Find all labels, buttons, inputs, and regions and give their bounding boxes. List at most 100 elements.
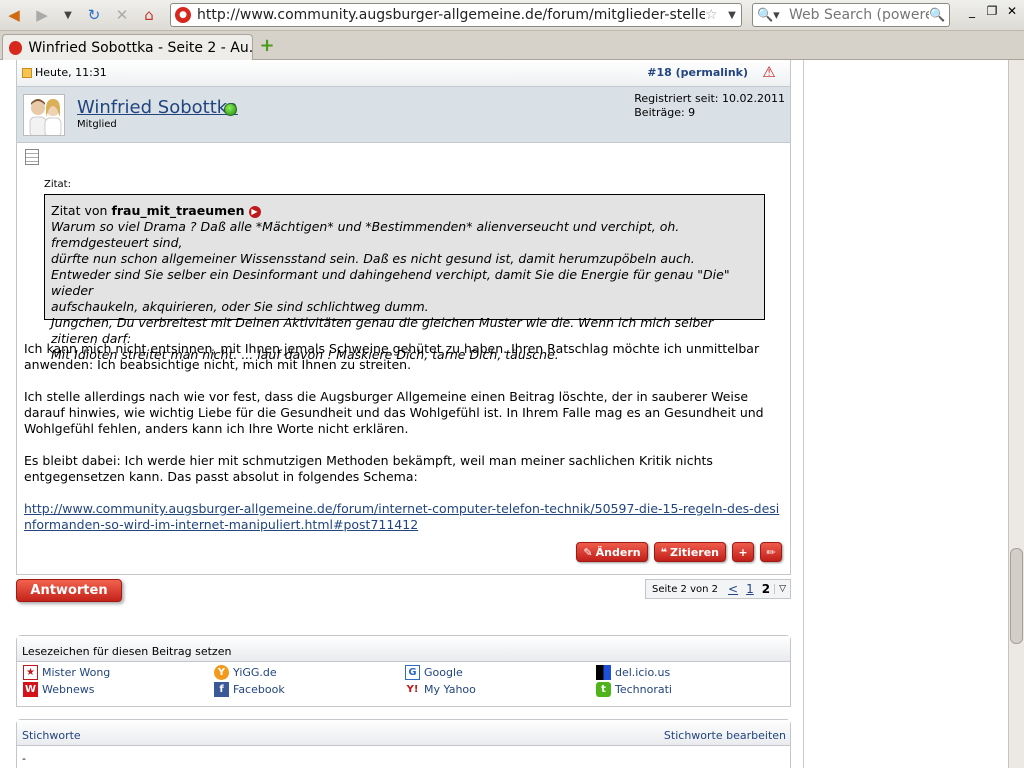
reply-bar: Antworten Seite 2 von 2 < 1 2 ▽	[16, 578, 791, 604]
report-warning-icon[interactable]: ⚠	[761, 64, 777, 80]
site-favicon-icon: ●	[175, 7, 191, 23]
tab-title: Winfried Sobottka - Seite 2 - Au...	[28, 39, 252, 56]
bookmark-delicious[interactable]: del.icio.us	[596, 664, 787, 681]
user-info-bar: Winfried Sobottka Mitglied Registriert s…	[17, 87, 790, 143]
avatar[interactable]	[23, 94, 65, 136]
bookmark-label: Technorati	[615, 683, 672, 696]
quote-header: Zitat von frau_mit_traeumen ▶	[51, 203, 758, 219]
bookmark-label: del.icio.us	[615, 666, 671, 679]
search-bar[interactable]: 🔍▾ 🔍	[752, 3, 950, 27]
home-icon[interactable]: ⌂	[137, 4, 161, 26]
quote-author: frau_mit_traeumen	[111, 203, 245, 218]
url-dropdown-icon[interactable]: ▼	[723, 10, 741, 21]
content-divider	[803, 60, 804, 768]
registered-since: Registriert seit: 10.02.2011	[634, 92, 785, 105]
close-icon[interactable]: ✕	[1002, 4, 1022, 24]
pencil-icon: ✎	[583, 545, 593, 559]
maximize-icon[interactable]: ❐	[982, 4, 1002, 24]
quote-line: aufschaukeln, akquirieren, oder Sie sind…	[51, 299, 429, 314]
google-icon: G	[405, 665, 420, 680]
pagination: Seite 2 von 2 < 1 2 ▽	[645, 579, 791, 599]
minimize-icon[interactable]: _	[962, 4, 982, 24]
tags-header: Stichworte Stichworte bearbeiten	[17, 720, 790, 746]
user-role: Mitglied	[77, 119, 117, 130]
bookmark-facebook[interactable]: f Facebook	[214, 681, 405, 698]
post-paragraph: Es bleibt dabei: Ich werde hier mit schm…	[24, 453, 713, 484]
page-scrollbar[interactable]	[1008, 60, 1024, 768]
bookmark-google[interactable]: G Google	[405, 664, 596, 681]
quote-button[interactable]: ❝ Zitieren	[653, 542, 726, 562]
tags-value: -	[22, 752, 26, 765]
scrollbar-thumb[interactable]	[1010, 548, 1023, 644]
url-text[interactable]: http://www.community.augsburger-allgemei…	[197, 7, 705, 23]
post-link[interactable]: http://www.community.augsburger-allgemei…	[24, 501, 779, 532]
url-bar[interactable]: ● http://www.community.augsburger-allgem…	[170, 3, 742, 27]
bookmark-star-icon[interactable]: ☆	[705, 7, 723, 23]
quote-icon: ❝	[660, 545, 668, 559]
bookmark-my-yahoo[interactable]: Y! My Yahoo	[405, 681, 596, 698]
mister-wong-icon: ★	[23, 665, 38, 680]
new-tab-icon[interactable]: +	[258, 37, 276, 55]
multiquote-button[interactable]: +	[732, 542, 754, 562]
online-status-icon	[224, 103, 237, 116]
quick-edit-pencil-icon: ✏	[766, 545, 776, 559]
bookmark-technorati[interactable]: t Technorati	[596, 681, 787, 698]
browser-toolbar: ◀ ▶ ▼ ↻ ✕ ⌂ ● http://www.community.augsb…	[0, 0, 1024, 31]
edit-tags-link[interactable]: Stichworte bearbeiten	[664, 729, 786, 742]
search-go-icon[interactable]: 🔍	[929, 8, 949, 23]
stop-icon[interactable]: ✕	[110, 4, 134, 26]
current-page: 2	[761, 582, 771, 596]
browser-tab[interactable]: Winfried Sobottka - Seite 2 - Au...	[2, 34, 253, 60]
quote-line: Entweder sind Sie selber ein Desinforman…	[51, 267, 730, 298]
multiquote-plus-icon: +	[738, 545, 748, 559]
view-post-arrow-icon[interactable]: ▶	[248, 205, 261, 218]
reload-icon[interactable]: ↻	[82, 4, 106, 26]
page-label: Seite 2 von 2	[652, 583, 719, 595]
bookmark-label: Mister Wong	[42, 666, 111, 679]
forum-post: Heute, 11:31 #18 (permalink) ⚠ Winfried …	[16, 60, 791, 575]
history-dropdown-icon[interactable]: ▼	[56, 4, 80, 26]
post-paragraph: Ich stelle allerdings nach wie vor fest,…	[24, 389, 764, 436]
search-input[interactable]	[789, 7, 929, 23]
permalink-link[interactable]: #18 (permalink)	[647, 66, 748, 79]
bookmark-label: Facebook	[233, 683, 285, 696]
quote-button-label: Zitieren	[670, 545, 719, 559]
tags-panel: Stichworte Stichworte bearbeiten -	[16, 719, 791, 768]
technorati-icon: t	[596, 682, 611, 697]
facebook-icon: f	[214, 682, 229, 697]
quick-edit-button[interactable]: ✏	[760, 542, 782, 562]
forward-icon[interactable]: ▶	[30, 4, 54, 26]
quote-prefix: Zitat von	[51, 203, 108, 218]
post-text: Ich kann mich nicht entsinnen, mit Ihnen…	[24, 341, 784, 549]
back-icon[interactable]: ◀	[2, 4, 26, 26]
user-stats: Registriert seit: 10.02.2011 Beiträge: 9	[634, 92, 785, 120]
quote-line: dürfte nun schon allgemeiner Wissensstan…	[51, 251, 695, 266]
page-menu-dropdown-icon[interactable]: ▽	[774, 584, 790, 594]
quote-box: Zitat von frau_mit_traeumen ▶ Warum so v…	[44, 194, 765, 362]
bookmark-label: Google	[424, 666, 463, 679]
bookmark-label: YiGG.de	[233, 666, 277, 679]
bookmark-label: My Yahoo	[424, 683, 476, 696]
bookmarks-title: Lesezeichen für diesen Beitrag setzen	[17, 636, 790, 662]
post-date-icon	[22, 68, 32, 78]
page-1-link[interactable]: 1	[742, 582, 758, 596]
yigg-icon: Y	[214, 665, 229, 680]
username-link[interactable]: Winfried Sobottka	[77, 97, 238, 118]
search-engine-icon[interactable]: 🔍▾	[753, 8, 789, 23]
edit-button[interactable]: ✎ Ändern	[576, 542, 648, 562]
bookmark-webnews[interactable]: W Webnews	[23, 681, 214, 698]
post-count: Beiträge: 9	[634, 106, 696, 119]
bookmark-yigg[interactable]: Y YiGG.de	[214, 664, 405, 681]
tab-bar: Winfried Sobottka - Seite 2 - Au... +	[0, 31, 1024, 60]
bookmarks-panel: Lesezeichen für diesen Beitrag setzen ★ …	[16, 635, 791, 707]
edit-button-label: Ändern	[595, 545, 641, 559]
post-actions: ✎ Ändern ❝ Zitieren + ✏	[576, 542, 782, 562]
prev-page-link[interactable]: <	[724, 582, 742, 596]
tags-title: Stichworte	[22, 729, 81, 742]
webnews-icon: W	[23, 682, 38, 697]
bookmark-mister-wong[interactable]: ★ Mister Wong	[23, 664, 214, 681]
reply-button[interactable]: Antworten	[16, 579, 122, 602]
quote-line: Warum so viel Drama ? Daß alle *Mächtige…	[51, 219, 680, 250]
post-date: Heute, 11:31	[35, 66, 107, 79]
bookmark-label: Webnews	[42, 683, 95, 696]
